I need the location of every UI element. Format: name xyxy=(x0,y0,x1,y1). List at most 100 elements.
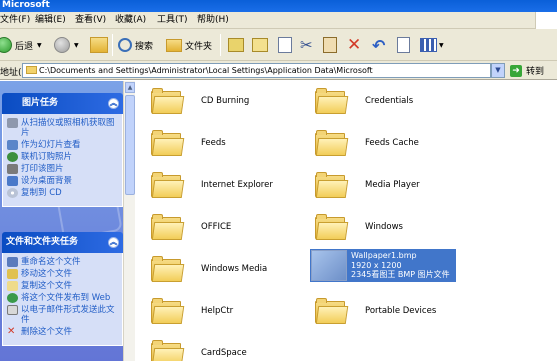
scanner-icon xyxy=(7,118,18,128)
copy-to-button[interactable] xyxy=(252,35,268,55)
folder-name: Feeds xyxy=(201,138,226,148)
folder-icon xyxy=(151,172,185,198)
folder-item[interactable]: HelpCtr xyxy=(151,293,233,329)
search-label: 搜索 xyxy=(135,41,154,52)
undo-icon: ↶ xyxy=(372,35,386,55)
views-icon xyxy=(420,38,437,52)
folder-icon xyxy=(151,298,185,324)
copy-to-icon xyxy=(252,38,268,52)
folder-item[interactable]: OFFICE xyxy=(151,209,231,245)
task-pane: 图片任务 ︽ 从扫描仪或照相机获取图片 作为幻灯片查看 联机订购照片 打印该图片… xyxy=(0,81,135,361)
folders-button[interactable]: 文件夹 xyxy=(166,35,212,55)
back-button[interactable]: 后退 ▼ xyxy=(0,35,42,55)
selected-file-info: Wallpaper1.bmp 1920 x 1200 2345看图王 BMP 图… xyxy=(351,251,450,280)
folder-item[interactable]: Feeds xyxy=(151,125,226,161)
properties-icon xyxy=(397,37,410,53)
picture-tasks-panel: 图片任务 ︽ 从扫描仪或照相机获取图片 作为幻灯片查看 联机订购照片 打印该图片… xyxy=(2,93,123,207)
copy-button[interactable] xyxy=(278,35,292,55)
forward-arrow-icon xyxy=(54,37,70,53)
delete-icon: ✕ xyxy=(7,326,16,337)
folder-icon xyxy=(315,298,349,324)
menu-edit[interactable]: 编辑(E) xyxy=(35,12,66,29)
collapse-chevron-icon[interactable]: ︽ xyxy=(108,98,119,109)
task-label: 复制到 CD xyxy=(21,188,62,198)
views-button[interactable]: ▼ xyxy=(420,35,444,55)
task-label: 移动这个文件 xyxy=(21,269,73,279)
task-copy[interactable]: 复制这个文件 xyxy=(7,281,118,291)
folder-item[interactable]: Windows Media xyxy=(151,251,267,287)
picture-tasks-header[interactable]: 图片任务 ︽ xyxy=(2,93,123,114)
properties-button[interactable] xyxy=(397,35,410,55)
folders-icon xyxy=(166,38,182,52)
move-to-button[interactable] xyxy=(228,35,244,55)
slideshow-icon xyxy=(7,140,18,150)
menu-view[interactable]: 查看(V) xyxy=(75,12,106,29)
menu-tools[interactable]: 工具(T) xyxy=(157,12,188,29)
go-button[interactable]: ➜ 转到 xyxy=(510,64,544,77)
chevron-down-icon: ▼ xyxy=(74,41,79,49)
task-slideshow[interactable]: 作为幻灯片查看 xyxy=(7,140,118,150)
task-label: 将这个文件发布到 Web xyxy=(21,293,111,303)
folder-name: OFFICE xyxy=(201,222,232,232)
search-button[interactable]: 搜索 xyxy=(118,35,153,55)
task-pane-scrollbar[interactable]: ▲ xyxy=(123,81,135,361)
back-arrow-icon xyxy=(0,37,12,53)
task-copy-cd[interactable]: 复制到 CD xyxy=(7,188,118,198)
delete-button[interactable]: ✕ xyxy=(347,35,361,55)
folder-name: Portable Devices xyxy=(365,306,437,316)
paste-button[interactable] xyxy=(323,35,337,55)
explorer-window: Microsoft 文件(F) 编辑(E) 查看(V) 收藏(A) 工具(T) … xyxy=(0,0,557,361)
task-scanner[interactable]: 从扫描仪或照相机获取图片 xyxy=(7,118,118,138)
title-bar[interactable]: Microsoft xyxy=(0,0,557,12)
cut-button[interactable]: ✂ xyxy=(300,35,313,55)
forward-button[interactable]: ▼ xyxy=(54,35,79,55)
window-title: Microsoft xyxy=(2,0,50,10)
chevron-down-icon: ▼ xyxy=(439,41,444,49)
folder-item[interactable]: Windows xyxy=(315,209,403,245)
task-move[interactable]: 移动这个文件 xyxy=(7,269,118,279)
scroll-up-button[interactable]: ▲ xyxy=(125,82,135,93)
folder-icon xyxy=(26,66,37,74)
task-print[interactable]: 打印该图片 xyxy=(7,164,118,174)
scroll-thumb[interactable] xyxy=(125,95,135,195)
undo-button[interactable]: ↶ xyxy=(372,35,385,55)
menu-favorites[interactable]: 收藏(A) xyxy=(115,12,146,29)
folder-item[interactable]: Portable Devices xyxy=(315,293,436,329)
menu-help[interactable]: 帮助(H) xyxy=(197,12,229,29)
address-dropdown-button[interactable]: ▼ xyxy=(491,63,505,78)
folder-icon xyxy=(315,88,349,114)
folder-name: HelpCtr xyxy=(201,306,234,316)
folder-name: Internet Explorer xyxy=(201,180,273,190)
task-order-prints[interactable]: 联机订购照片 xyxy=(7,152,118,162)
image-thumbnail[interactable] xyxy=(311,250,347,281)
folder-item[interactable]: CardSpace xyxy=(151,335,247,361)
folder-icon xyxy=(151,256,185,282)
folder-item[interactable]: CD Burning xyxy=(151,83,249,119)
address-input[interactable]: C:\Documents and Settings\Administrator\… xyxy=(22,63,491,78)
copy-icon xyxy=(278,37,292,53)
up-folder-button[interactable] xyxy=(90,35,108,55)
web-publish-icon xyxy=(7,293,18,303)
order-prints-icon xyxy=(7,152,18,162)
folder-icon xyxy=(151,130,185,156)
folder-icon xyxy=(151,214,185,240)
task-web-publish[interactable]: 将这个文件发布到 Web xyxy=(7,293,118,303)
folder-item[interactable]: Feeds Cache xyxy=(315,125,419,161)
file-tasks-header[interactable]: 文件和文件夹任务 ︽ xyxy=(2,232,123,253)
file-list: CD Burning Credentials Feeds Feeds Cache… xyxy=(135,81,557,361)
chevron-down-icon: ▼ xyxy=(37,41,42,49)
toolbar: 后退 ▼ ▼ 搜索 文件夹 ✂ ✕ ↶ ▼ xyxy=(0,29,557,61)
task-rename[interactable]: 重命名这个文件 xyxy=(7,257,118,267)
folder-item[interactable]: Media Player xyxy=(315,167,420,203)
email-icon xyxy=(7,305,18,315)
task-email[interactable]: 以电子邮件形式发送此文件 xyxy=(7,305,118,325)
collapse-chevron-icon[interactable]: ︽ xyxy=(108,237,119,248)
task-label: 设为桌面背景 xyxy=(21,176,73,186)
menu-file[interactable]: 文件(F) xyxy=(0,12,30,29)
folder-item[interactable]: Credentials xyxy=(315,83,413,119)
task-set-background[interactable]: 设为桌面背景 xyxy=(7,176,118,186)
folder-item[interactable]: Internet Explorer xyxy=(151,167,273,203)
file-tasks-title: 文件和文件夹任务 xyxy=(6,237,79,247)
task-delete[interactable]: ✕ 删除这个文件 xyxy=(7,326,118,338)
rename-icon xyxy=(7,257,18,267)
